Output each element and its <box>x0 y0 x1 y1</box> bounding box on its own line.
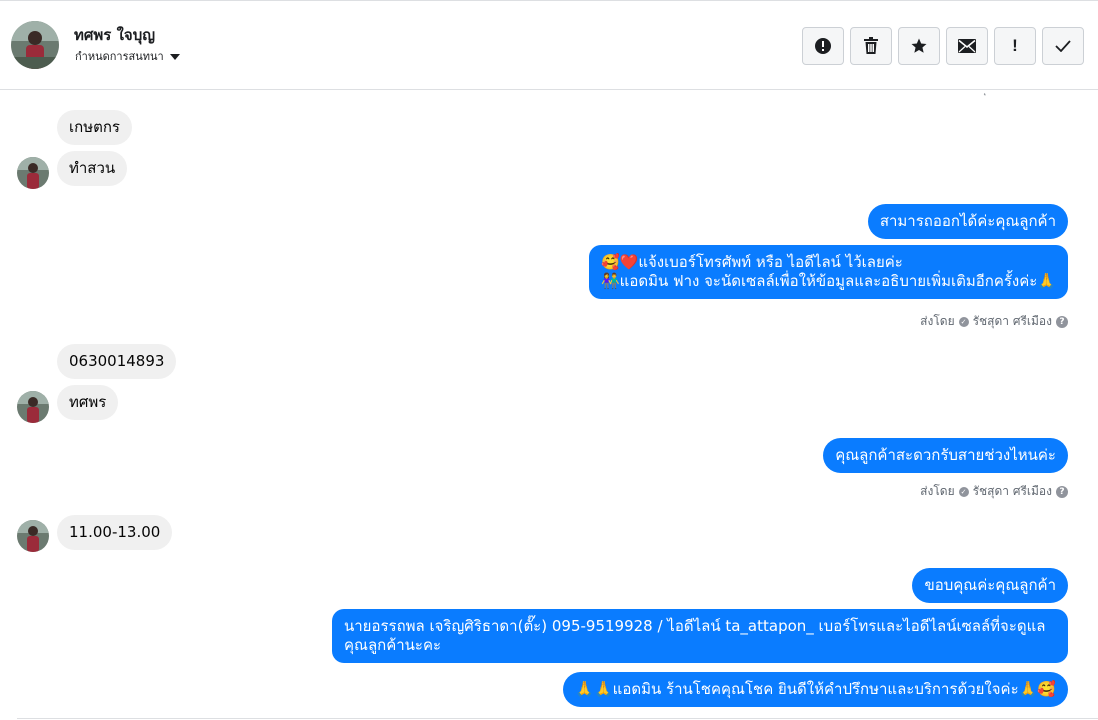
contact-avatar-small <box>17 391 49 423</box>
help-icon[interactable]: ? <box>1056 485 1068 498</box>
mark-done-button[interactable] <box>1042 27 1084 65</box>
caret-down-icon <box>169 53 180 60</box>
outgoing-message[interactable]: สามารถออกได้ค่ะคุณลูกค้า <box>867 204 1068 239</box>
composer-divider <box>17 718 1098 719</box>
mark-unread-button[interactable] <box>946 27 988 65</box>
conversation-actions: ! <box>802 27 1084 65</box>
checkmark-icon <box>1055 40 1071 52</box>
envelope-icon <box>958 39 976 53</box>
exclamation-icon: ! <box>1012 36 1018 55</box>
help-icon[interactable]: ? <box>1056 315 1068 328</box>
incoming-message[interactable]: เกษตกร <box>57 110 132 145</box>
sent-by-agent[interactable]: รัชสุดา ศรีเมือง <box>973 482 1052 501</box>
sent-by-label: ส่งโดย <box>920 314 955 328</box>
sent-by-info: ส่งโดย ✓ รัชสุดา ศรีเมือง ? <box>920 312 1068 331</box>
assign-conversation-label: กำหนดการสนทนา <box>75 50 164 63</box>
outgoing-message[interactable]: 🥰❤️แจ้งเบอร์โทรศัพท์ หรือ ไอดีไลน์ ไว้เล… <box>589 245 1068 299</box>
star-icon <box>910 37 928 55</box>
star-button[interactable] <box>898 27 940 65</box>
incoming-message[interactable]: 11.00-13.00 <box>57 515 173 550</box>
message-thread[interactable]: เกษตกร ทำสวน สามารถออกได้ค่ะคุณลูกค้า 🥰❤… <box>0 91 1098 720</box>
follow-up-button[interactable]: ! <box>994 27 1036 65</box>
outgoing-message[interactable]: 🙏🙏แอดมิน ร้านโชคคุณโชค ยินดีให้คำปรึกษาแ… <box>563 672 1068 707</box>
incoming-message[interactable]: ทศพร <box>57 385 119 420</box>
check-circle-icon: ✓ <box>958 486 969 497</box>
incoming-message[interactable]: ทำสวน <box>57 151 128 186</box>
delete-button[interactable] <box>850 27 892 65</box>
alert-circle-icon <box>814 37 832 55</box>
incoming-message[interactable]: 0630014893 <box>57 344 177 379</box>
contact-avatar[interactable] <box>11 21 59 69</box>
contact-avatar-small <box>17 157 49 189</box>
contact-name[interactable]: ทศพร ใจบุญ <box>74 23 155 47</box>
outgoing-message[interactable]: นายอรรถพล เจริญศิริธาดา(ตั๊ะ) 095-951992… <box>332 609 1068 663</box>
outgoing-message[interactable]: ขอบคุณค่ะคุณลูกค้า <box>912 568 1068 603</box>
check-circle-icon: ✓ <box>958 316 969 327</box>
contact-avatar-small <box>17 520 49 552</box>
conversation-header: ทศพร ใจบุญ กำหนดการสนทนา ! <box>0 1 1098 90</box>
message-line: 🥰❤️แจ้งเบอร์โทรศัพท์ หรือ ไอดีไลน์ ไว้เล… <box>601 253 903 271</box>
assign-conversation-dropdown[interactable]: กำหนดการสนทนา <box>75 47 180 65</box>
trash-icon <box>863 37 879 55</box>
report-spam-button[interactable] <box>802 27 844 65</box>
sent-by-info: ส่งโดย ✓ รัชสุดา ศรีเมือง ? <box>920 482 1068 501</box>
sent-by-agent[interactable]: รัชสุดา ศรีเมือง <box>973 312 1052 331</box>
message-line: 👫แอดมิน ฟาง จะนัดเซลล์เพื่อให้ข้อมูลและอ… <box>601 272 1056 290</box>
outgoing-message[interactable]: คุณลูกค้าสะดวกรับสายช่วงไหนค่ะ <box>823 438 1068 473</box>
sent-by-label: ส่งโดย <box>920 484 955 498</box>
